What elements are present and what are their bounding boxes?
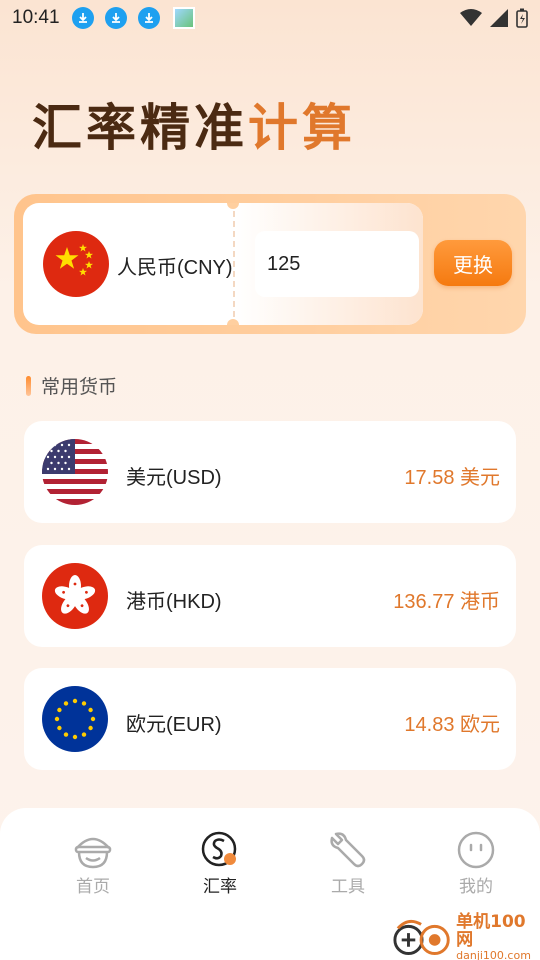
currency-value: 17.58 美元 (404, 467, 500, 489)
nav-label: 工具 (331, 877, 365, 897)
section-header: 常用货币 (26, 372, 117, 399)
wifi-icon (460, 9, 482, 26)
currency-card-eur[interactable]: 欧元(EUR) 14.83 欧元 (24, 668, 516, 770)
currency-card-usd[interactable]: 美元(USD) 17.58 美元 (24, 421, 516, 523)
nav-item-home[interactable]: 首页 (33, 830, 153, 897)
currency-name: 欧元(EUR) (126, 714, 222, 736)
base-currency-label[interactable]: 人民币(CNY) (117, 251, 233, 280)
page-title-main: 汇率精准 (32, 99, 248, 157)
page-title-accent: 计算 (248, 99, 356, 157)
app-notification-icon (172, 7, 195, 29)
signal-icon (490, 9, 508, 27)
converter-panel: 人民币(CNY) (23, 203, 423, 325)
profile-face-icon (457, 831, 495, 869)
battery-icon (516, 8, 528, 28)
download-icon (104, 7, 127, 29)
cn-flag-icon[interactable] (43, 231, 109, 297)
currency-value: 14.83 欧元 (404, 714, 500, 736)
nav-item-exchange[interactable]: 汇率 (160, 830, 280, 897)
currency-name: 港币(HKD) (126, 591, 222, 613)
watermark-url: danji100.com (456, 948, 531, 960)
converter-card: 人民币(CNY) 更换 (14, 194, 526, 334)
nav-item-tools[interactable]: 工具 (288, 830, 408, 897)
status-indicators (460, 8, 528, 28)
currency-name: 美元(USD) (126, 467, 222, 489)
section-title: 常用货币 (41, 376, 118, 398)
currency-card-hkd[interactable]: 港币(HKD) 136.77 港币 (24, 545, 516, 647)
watermark-text: 单机100网 (456, 912, 526, 950)
swap-button[interactable]: 更换 (434, 240, 512, 286)
currency-value: 136.77 港币 (393, 591, 500, 613)
nav-label: 我的 (459, 877, 493, 897)
download-icon (71, 7, 94, 29)
wrench-icon (330, 832, 366, 868)
divider (233, 211, 235, 317)
home-face-icon (74, 837, 112, 869)
status-bar: 10:41 (0, 0, 540, 36)
eu-flag-icon (42, 686, 108, 752)
exchange-rate-icon (201, 831, 237, 867)
page-title: 汇率精准计算 (32, 88, 356, 160)
status-time: 10:41 (12, 7, 60, 28)
download-icon (137, 7, 160, 29)
amount-input[interactable] (255, 231, 419, 297)
us-flag-icon (42, 439, 108, 505)
nav-label: 汇率 (203, 877, 237, 897)
watermark-logo-icon (393, 919, 450, 955)
hk-flag-icon (42, 563, 108, 629)
nav-label: 首页 (76, 877, 110, 897)
watermark: 单机100网 danji100.com (392, 912, 540, 960)
nav-item-profile[interactable]: 我的 (416, 830, 536, 897)
